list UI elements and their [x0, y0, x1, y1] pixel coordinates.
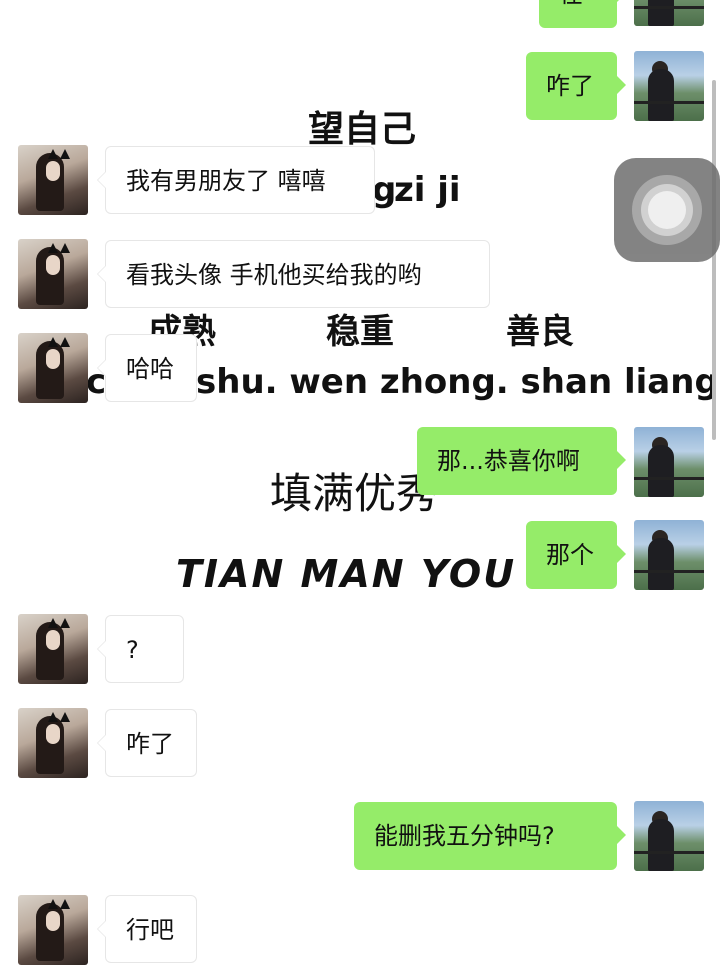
message-text: 行吧 [126, 916, 174, 944]
message-bubble-sent[interactable]: 咋了 [526, 52, 626, 120]
message-bubble-received[interactable]: 行吧 [97, 895, 197, 963]
message-text: ? [126, 636, 139, 664]
wallpaper-text-fill-pinyin: TIAN MAN YOU XI [176, 552, 579, 596]
wallpaper-text-line1: 望自己 [308, 109, 417, 150]
assistive-touch-icon[interactable] [614, 158, 720, 262]
message-bubble-received[interactable]: 我有男朋友了 嘻嘻 [97, 146, 375, 214]
message-text: 那个 [546, 541, 594, 569]
message-text: 哈哈 [126, 355, 174, 383]
message-bubble-sent[interactable]: 那...恭喜你啊 [417, 427, 626, 495]
avatar-contact[interactable] [18, 239, 88, 309]
avatar-self[interactable] [634, 520, 704, 590]
avatar-self[interactable] [634, 801, 704, 871]
wallpaper-text-row-cn-2: 稳重 [326, 312, 394, 352]
avatar-contact[interactable] [18, 145, 88, 215]
avatar-self[interactable] [634, 51, 704, 121]
message-bubble-received[interactable]: 看我头像 手机他买给我的哟 [97, 240, 490, 308]
message-text: 咋了 [126, 730, 174, 758]
message-text: 在 [559, 0, 583, 8]
message-text: 我有男朋友了 嘻嘻 [126, 167, 326, 195]
message-bubble-received[interactable]: 咋了 [97, 709, 197, 777]
message-text: 能删我五分钟吗? [374, 822, 555, 850]
wallpaper-text-pinyin: shu. wen zhong. shan liang [196, 362, 719, 402]
avatar-contact[interactable] [18, 895, 88, 965]
message-bubble-sent[interactable]: 在 [539, 0, 626, 28]
avatar-self[interactable] [634, 0, 704, 26]
message-bubble-sent[interactable]: 那个 [526, 521, 626, 589]
message-text: 那...恭喜你啊 [437, 447, 580, 475]
message-bubble-sent[interactable]: 能删我五分钟吗? [354, 802, 626, 870]
message-text: 看我头像 手机他买给我的哟 [126, 261, 422, 289]
message-bubble-received[interactable]: ? [97, 615, 184, 683]
avatar-self[interactable] [634, 427, 704, 497]
avatar-contact[interactable] [18, 333, 88, 403]
wallpaper-text-line2: zi ji [394, 170, 461, 210]
wallpaper-text-line2-prefix: g [372, 170, 397, 210]
message-bubble-received[interactable]: 哈哈 [97, 334, 197, 402]
avatar-contact[interactable] [18, 614, 88, 684]
message-text: 咋了 [546, 72, 594, 100]
wallpaper-text-row-cn-3: 善良 [506, 312, 574, 352]
scrollbar[interactable] [712, 80, 716, 440]
avatar-contact[interactable] [18, 708, 88, 778]
wallpaper-text-fill-cn: 填满优秀 [270, 469, 439, 518]
